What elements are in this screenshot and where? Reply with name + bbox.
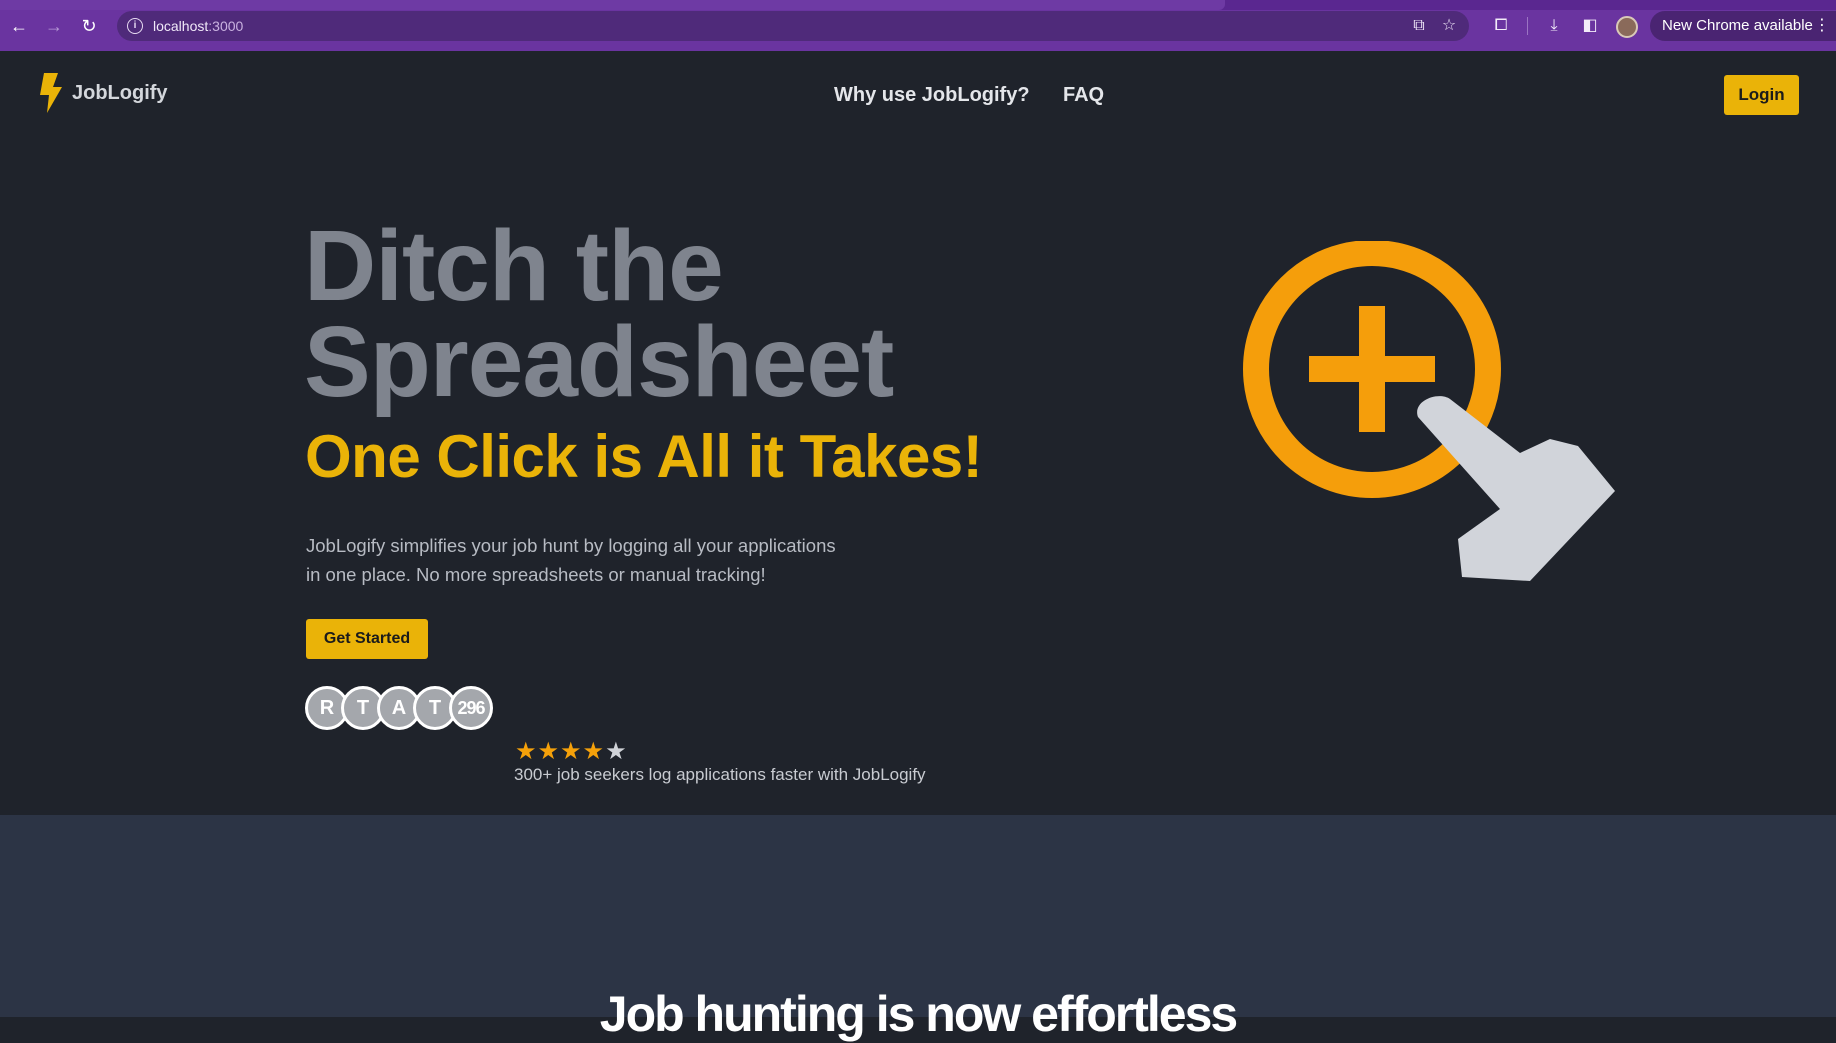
chrome-update-button[interactable]: New Chrome available ⋮ [1650,11,1836,41]
pointing-hand-icon [1417,396,1615,581]
hero-title-line2: Spreadsheet [304,306,894,418]
install-icon[interactable]: ⧉ [1409,16,1429,36]
star-icon: ★ [605,738,628,765]
profile-avatar[interactable] [1616,16,1638,38]
hero-description-line2: in one place. No more spreadsheets or ma… [306,564,766,585]
more-menu-icon[interactable]: ⋮ [1814,11,1830,41]
hero-title-line1: Ditch the [304,210,724,322]
rating-stars: ★★★★★ [515,737,628,766]
hero-subtitle: One Click is All it Takes! [305,423,983,490]
avatar-count: 296 [449,686,493,730]
nav-faq[interactable]: FAQ [1063,84,1104,107]
star-icon: ★ [582,738,606,765]
hero-title: Ditch the Spreadsheet [304,210,894,418]
tab-strip [0,0,1836,10]
star-icon: ★ [560,738,583,765]
features-section: Job hunting is now effortless [0,815,1836,1042]
active-tab-edge [0,0,1225,10]
brand-name: JobLogify [72,81,168,104]
download-icon[interactable]: ⤓ [1543,15,1565,37]
brand-logo[interactable]: JobLogify [38,73,168,113]
reload-icon[interactable]: ↻ [76,13,102,39]
browser-toolbar: ← → ↻ i localhost:3000 ⧉ ☆ ⧠ ⤓ ◧ New Chr… [0,0,1836,51]
social-proof-text: 300+ job seekers log applications faster… [514,765,926,784]
site-header: JobLogify Why use JobLogify? FAQ Login [0,51,1836,141]
page: JobLogify Why use JobLogify? FAQ Login D… [0,51,1836,1042]
star-icon: ★ [515,738,538,765]
hero-description: JobLogify simplifies your job hunt by lo… [306,531,866,589]
address-bar[interactable]: i localhost:3000 ⧉ ☆ [117,11,1469,41]
star-icon: ★ [537,738,561,765]
extensions-icon[interactable]: ⧠ [1490,15,1512,37]
lightning-bolt-icon [40,73,62,113]
url-host: localhost [153,18,209,34]
hero-description-line1: JobLogify simplifies your job hunt by lo… [306,535,836,556]
nav-why-use[interactable]: Why use JobLogify? [834,84,1030,107]
get-started-button[interactable]: Get Started [306,619,428,659]
toolbar-separator [1527,17,1528,35]
side-panel-icon[interactable]: ◧ [1579,15,1601,37]
bookmark-star-icon[interactable]: ☆ [1439,16,1459,36]
url-text[interactable]: localhost:3000 [153,18,243,34]
login-button[interactable]: Login [1724,75,1799,115]
forward-arrow-icon[interactable]: → [41,13,67,39]
hero-illustration [1243,241,1615,581]
back-arrow-icon[interactable]: ← [6,13,32,39]
update-label: New Chrome available [1662,17,1813,34]
site-info-icon[interactable]: i [127,18,143,34]
url-port: :3000 [208,18,244,34]
section-title: Job hunting is now effortless [599,986,1238,1042]
